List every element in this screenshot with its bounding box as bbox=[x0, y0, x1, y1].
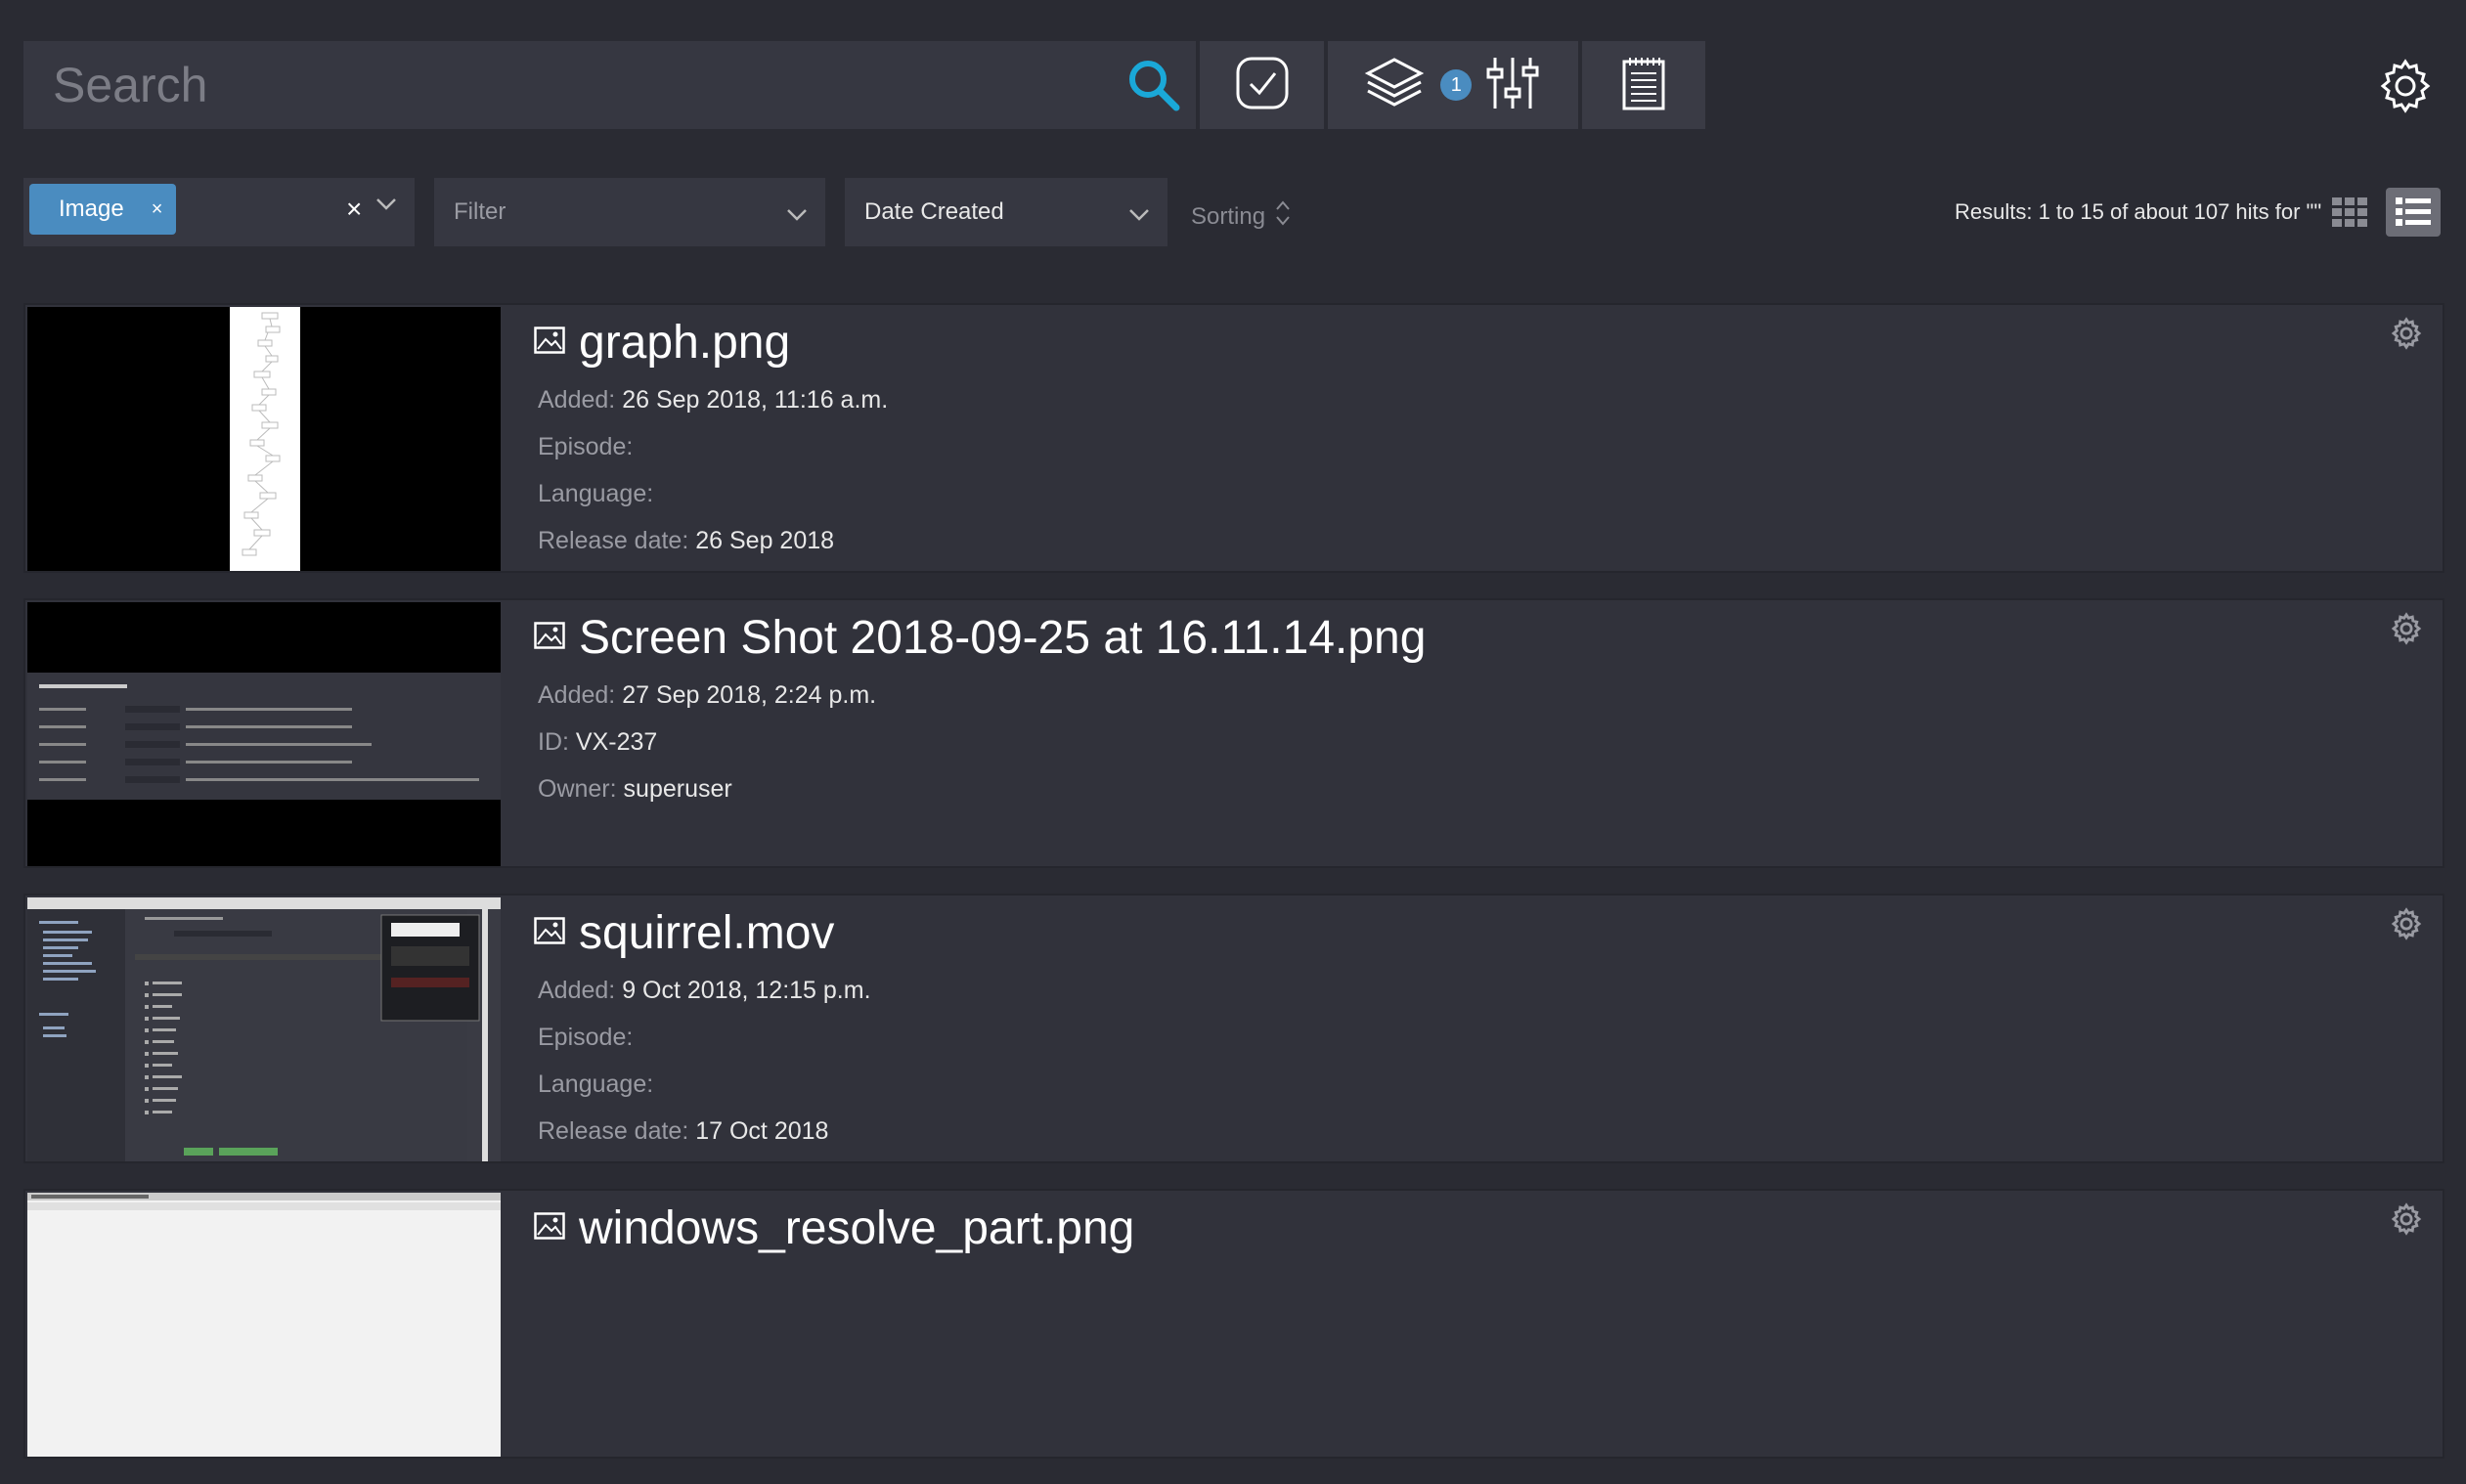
item-details: graph.png Added: 26 Sep 2018, 11:16 a.m.… bbox=[534, 305, 888, 559]
meta-id: ID: VX-237 bbox=[538, 728, 658, 756]
list-item[interactable]: squirrel.mov Added: 9 Oct 2018, 12:15 p.… bbox=[23, 894, 2444, 1163]
meta-release-date: Release date: 17 Oct 2018 bbox=[538, 1117, 829, 1145]
chevron-down-icon[interactable] bbox=[375, 197, 397, 216]
item-details: Screen Shot 2018-09-25 at 16.11.14.png A… bbox=[534, 600, 1426, 807]
meta-language: Language: bbox=[538, 480, 654, 507]
item-title[interactable]: Screen Shot 2018-09-25 at 16.11.14.png bbox=[579, 611, 1426, 665]
thumbnail[interactable] bbox=[27, 1193, 501, 1457]
chevron-down-icon bbox=[1128, 201, 1150, 229]
image-icon bbox=[534, 326, 565, 359]
item-title[interactable]: squirrel.mov bbox=[579, 906, 834, 960]
layers-icon bbox=[1364, 56, 1425, 115]
filter-bar: Image × × Filter Date Created Sorting Re… bbox=[23, 178, 2443, 246]
meta-added: Added: 27 Sep 2018, 2:24 p.m. bbox=[538, 681, 877, 709]
sorting-toggle[interactable]: Sorting bbox=[1191, 199, 1291, 234]
list-item[interactable]: windows_resolve_part.png bbox=[23, 1189, 2444, 1459]
item-settings-gear-icon[interactable] bbox=[2390, 317, 2423, 350]
thumbnail[interactable] bbox=[27, 897, 501, 1161]
image-icon bbox=[534, 621, 565, 654]
list-item[interactable]: graph.png Added: 26 Sep 2018, 11:16 a.m.… bbox=[23, 303, 2444, 573]
meta-episode: Episode: bbox=[538, 1024, 634, 1051]
meta-added: Added: 9 Oct 2018, 12:15 p.m. bbox=[538, 977, 871, 1004]
sorting-label: Sorting bbox=[1191, 202, 1266, 230]
grid-view-icon[interactable] bbox=[2325, 188, 2374, 237]
search-container bbox=[23, 41, 1196, 129]
item-details: squirrel.mov Added: 9 Oct 2018, 12:15 p.… bbox=[534, 895, 871, 1150]
image-icon bbox=[534, 1211, 565, 1244]
meta-release-date: Release date: 26 Sep 2018 bbox=[538, 527, 835, 554]
results-list: graph.png Added: 26 Sep 2018, 11:16 a.m.… bbox=[23, 303, 2444, 1484]
search-input[interactable] bbox=[23, 41, 1196, 129]
top-toolbar: 1 bbox=[23, 41, 1706, 129]
clear-selection-button[interactable]: × bbox=[346, 194, 362, 225]
checkbox-icon bbox=[1235, 56, 1290, 115]
list-view-icon[interactable] bbox=[2386, 188, 2441, 237]
search-icon[interactable] bbox=[1123, 55, 1184, 115]
list-item[interactable]: Screen Shot 2018-09-25 at 16.11.14.png A… bbox=[23, 598, 2444, 868]
sort-field-dropdown[interactable]: Date Created bbox=[845, 178, 1167, 246]
collections-button[interactable]: 1 bbox=[1328, 41, 1579, 129]
results-summary: Results: 1 to 15 of about 107 hits for "… bbox=[1955, 199, 2322, 224]
meta-added: Added: 26 Sep 2018, 11:16 a.m. bbox=[538, 386, 889, 414]
sort-arrows-icon bbox=[1275, 199, 1291, 234]
thumbnail[interactable] bbox=[27, 307, 501, 571]
meta-owner: Owner: superuser bbox=[538, 775, 732, 803]
notepad-icon bbox=[1620, 56, 1667, 115]
chevron-down-icon bbox=[786, 201, 808, 229]
item-title[interactable]: windows_resolve_part.png bbox=[579, 1201, 1134, 1255]
sort-field-value: Date Created bbox=[864, 198, 1004, 225]
selected-type-chip[interactable]: Image × bbox=[29, 184, 176, 235]
select-button[interactable] bbox=[1199, 41, 1325, 129]
meta-language: Language: bbox=[538, 1070, 654, 1098]
item-details: windows_resolve_part.png bbox=[534, 1191, 1134, 1257]
image-icon bbox=[534, 916, 565, 949]
chip-label: Image bbox=[59, 196, 124, 222]
filter-placeholder: Filter bbox=[454, 198, 506, 225]
filter-dropdown[interactable]: Filter bbox=[434, 178, 825, 246]
chip-remove-button[interactable]: × bbox=[152, 198, 163, 221]
gear-icon[interactable] bbox=[2376, 57, 2435, 115]
item-title[interactable]: graph.png bbox=[579, 316, 790, 370]
meta-episode: Episode: bbox=[538, 433, 634, 460]
sliders-icon[interactable] bbox=[1483, 54, 1542, 117]
layers-count-badge: 1 bbox=[1440, 69, 1473, 101]
thumbnail[interactable] bbox=[27, 602, 501, 866]
item-settings-gear-icon[interactable] bbox=[2390, 1202, 2423, 1236]
item-settings-gear-icon[interactable] bbox=[2390, 907, 2423, 940]
type-filter-select[interactable]: Image × × bbox=[23, 178, 415, 246]
notepad-button[interactable] bbox=[1582, 41, 1706, 129]
item-settings-gear-icon[interactable] bbox=[2390, 612, 2423, 645]
